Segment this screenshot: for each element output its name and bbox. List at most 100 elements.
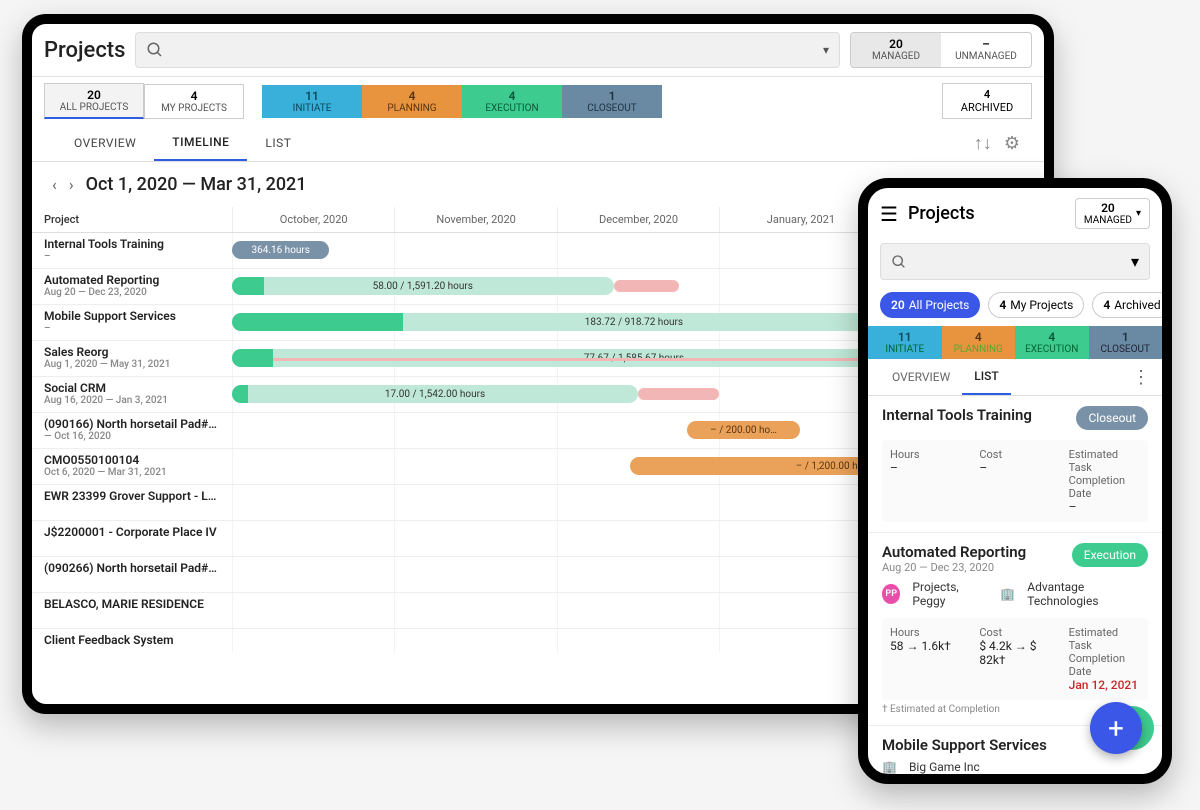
project-card[interactable]: Automated ReportingAug 20 — Dec 23, 2020… <box>868 533 1162 726</box>
company-name: Big Game Inc <box>909 760 980 774</box>
project-name: Internal Tools Training <box>44 237 220 251</box>
tab-overview[interactable]: OVERVIEW <box>56 126 154 160</box>
mobile-search[interactable]: ▾ <box>880 243 1150 280</box>
page-title: Projects <box>44 38 125 63</box>
stat-label: Cost <box>979 626 1050 639</box>
stat-label: Cost <box>979 448 1050 461</box>
status-badge: Closeout <box>1076 406 1148 430</box>
gantt-bar[interactable]: 58.00 / 1,591.20 hours <box>232 277 614 295</box>
search-input[interactable]: ▾ <box>135 32 840 68</box>
gantt-bar[interactable] <box>232 349 273 367</box>
mobile-frame: ☰ Projects 20MANAGED ▾ ▾ 20All Projects … <box>858 178 1172 784</box>
stat-value: – <box>890 461 961 475</box>
project-name: Client Feedback System <box>44 633 220 647</box>
desktop-header: Projects ▾ 20MANAGED –UNMANAGED <box>32 24 1044 77</box>
date-range: Oct 1, 2020 — Mar 31, 2021 <box>86 174 307 195</box>
card-title: Automated Reporting <box>882 543 1026 561</box>
gantt-bar[interactable]: 17.00 / 1,542.00 hours <box>232 385 638 403</box>
search-icon <box>146 41 164 59</box>
project-dates: Oct 6, 2020 — Mar 31, 2021 <box>44 467 220 478</box>
stat-value: – <box>979 461 1050 475</box>
gantt-bar[interactable] <box>614 280 679 292</box>
stat-value: $ 4.2k → $ 82k† <box>979 639 1050 667</box>
project-name: EWR 23399 Grover Support - Lawr… <box>44 489 220 503</box>
segment-managed[interactable]: 20MANAGED <box>851 33 941 67</box>
gantt-bar[interactable] <box>232 313 403 331</box>
project-dates: – <box>44 251 220 262</box>
view-tabs: OVERVIEW TIMELINE LIST ↑↓ ⚙ <box>32 125 1044 162</box>
phase-initiate[interactable]: 11INITIATE <box>868 326 942 359</box>
building-icon: 🏢 <box>1000 587 1015 601</box>
project-name: CMO0550100104 <box>44 453 220 467</box>
more-icon[interactable]: ⋮ <box>1132 367 1150 388</box>
project-dates: Aug 1, 2020 — May 31, 2021 <box>44 359 220 370</box>
project-name: Social CRM <box>44 381 220 395</box>
project-name: (090166) North horsetail Pad#11 P… <box>44 417 220 431</box>
chip-my-projects[interactable]: 4My Projects <box>988 292 1084 318</box>
next-arrow[interactable]: › <box>69 175 74 194</box>
project-dates: — Oct 16, 2020 <box>44 431 220 442</box>
phase-strip: 11INITIATE 4PLANNING 4EXECUTION 1CLOSEOU… <box>262 85 662 118</box>
tab-my-projects[interactable]: 4MY PROJECTS <box>144 84 244 119</box>
project-dates: – <box>44 323 220 334</box>
phase-execution[interactable]: 4EXECUTION <box>1015 326 1089 359</box>
stat-label: Estimated Task Completion Date <box>1069 626 1140 678</box>
month-col: October, 2020 <box>232 207 394 232</box>
stat-value: – <box>1069 500 1140 514</box>
stat-label: Hours <box>890 626 961 639</box>
card-title: Mobile Support Services <box>882 736 1047 754</box>
mobile-header: ☰ Projects 20MANAGED ▾ <box>868 188 1162 239</box>
month-col: November, 2020 <box>394 207 556 232</box>
tab-list[interactable]: LIST <box>247 126 309 160</box>
person-name: Projects, Peggy <box>912 580 988 608</box>
project-card[interactable]: Internal Tools TrainingCloseoutHours–Cos… <box>868 396 1162 533</box>
tab-timeline[interactable]: TIMELINE <box>154 125 247 161</box>
phase-planning[interactable]: 4PLANNING <box>362 85 462 118</box>
gantt-bar[interactable] <box>638 388 719 400</box>
segment-unmanaged[interactable]: –UNMANAGED <box>941 33 1031 67</box>
managed-segment[interactable]: 20MANAGED –UNMANAGED <box>850 32 1032 68</box>
mobile-tab-list[interactable]: LIST <box>962 359 1010 395</box>
gantt-bar[interactable]: – / 200.00 ho… <box>687 421 801 439</box>
project-name: Mobile Support Services <box>44 309 220 323</box>
gear-icon[interactable]: ⚙ <box>1004 133 1020 154</box>
building-icon: 🏢 <box>882 760 897 774</box>
project-name: Automated Reporting <box>44 273 220 287</box>
hamburger-icon[interactable]: ☰ <box>880 202 898 226</box>
mobile-view-tabs: OVERVIEW LIST ⋮ <box>868 359 1162 396</box>
chip-all-projects[interactable]: 20All Projects <box>880 292 980 318</box>
gantt-bar[interactable]: 364.16 hours <box>232 241 329 259</box>
col-project-label: Project <box>32 207 232 232</box>
archived-button[interactable]: 4ARCHIVED <box>942 83 1032 119</box>
phase-execution[interactable]: 4EXECUTION <box>462 85 562 118</box>
phase-planning[interactable]: 4PLANNING <box>942 326 1016 359</box>
month-col: December, 2020 <box>557 207 719 232</box>
gantt-bar[interactable] <box>232 277 264 295</box>
chevron-down-icon: ▾ <box>1131 252 1139 271</box>
search-icon <box>891 254 907 270</box>
mobile-tab-overview[interactable]: OVERVIEW <box>880 360 962 394</box>
tab-all-projects[interactable]: 20ALL PROJECTS <box>44 83 144 119</box>
mobile-phase-strip: 11INITIATE 4PLANNING 4EXECUTION 1CLOSEOU… <box>868 326 1162 359</box>
gantt-bar[interactable] <box>232 385 248 403</box>
project-dates: Aug 16, 2020 — Jan 3, 2021 <box>44 395 220 406</box>
stat-label: Estimated Task Completion Date <box>1069 448 1140 500</box>
mobile-segment[interactable]: 20MANAGED ▾ <box>1075 198 1150 229</box>
phase-closeout[interactable]: 1CLOSEOUT <box>562 85 662 118</box>
add-fab[interactable]: + <box>1090 702 1142 754</box>
chip-archived[interactable]: 4Archived <box>1092 292 1162 318</box>
project-name: J$2200001 - Corporate Place IV <box>44 525 220 539</box>
phase-initiate[interactable]: 11INITIATE <box>262 85 362 118</box>
chevron-down-icon: ▾ <box>1136 208 1141 219</box>
prev-arrow[interactable]: ‹ <box>52 175 57 194</box>
mobile-chips: 20All Projects 4My Projects 4Archived <box>868 284 1162 326</box>
stat-value: Jan 12, 2021 <box>1069 678 1140 692</box>
phase-closeout[interactable]: 1CLOSEOUT <box>1089 326 1163 359</box>
project-name: Sales Reorg <box>44 345 220 359</box>
project-name: BELASCO, MARIE RESIDENCE <box>44 597 220 611</box>
company-name: Advantage Technologies <box>1027 580 1148 608</box>
project-name: (090266) North horsetail Pad#12 P… <box>44 561 220 575</box>
sort-icon[interactable]: ↑↓ <box>974 133 992 154</box>
filter-row: 20ALL PROJECTS 4MY PROJECTS 11INITIATE 4… <box>32 77 1044 125</box>
card-title: Internal Tools Training <box>882 406 1032 424</box>
